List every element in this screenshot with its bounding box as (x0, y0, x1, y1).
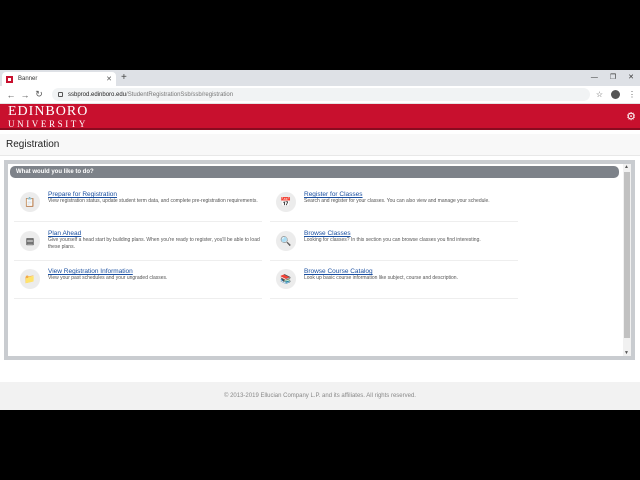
window-controls: — ❐ ✕ (591, 72, 634, 84)
page-header: Registration (0, 134, 640, 156)
panel-title: What would you like to do? (10, 166, 619, 178)
page-footer: © 2013-2019 Ellucian Company L.P. and it… (0, 382, 640, 410)
browser-tab[interactable]: Banner ✕ (2, 72, 116, 86)
book-icon: 📚 (276, 269, 296, 289)
option-register[interactable]: 📅 Register for Classes Search and registe… (270, 190, 518, 222)
option-prepare[interactable]: 📋 Prepare for Registration View registrat… (14, 190, 262, 222)
account-icon[interactable] (611, 90, 620, 99)
folder-icon: 📁 (20, 269, 40, 289)
close-window-icon[interactable]: ✕ (628, 72, 634, 84)
page-title: Registration (6, 139, 60, 150)
course-catalog-link[interactable]: Browse Course Catalog (304, 268, 518, 275)
lock-icon (58, 92, 63, 97)
scroll-down-icon[interactable]: ▼ (624, 350, 629, 356)
calendar-icon: 📅 (276, 192, 296, 212)
prepare-link[interactable]: Prepare for Registration (48, 191, 262, 198)
edinboro-logo[interactable]: EDINBORO UNIVERSITY (8, 104, 89, 130)
course-catalog-desc: Look up basic course information like su… (304, 275, 458, 281)
register-desc: Search and register for your classes. Yo… (304, 198, 490, 204)
scroll-thumb[interactable] (624, 172, 630, 338)
tab-strip: Banner ✕ + — ❐ ✕ (0, 70, 640, 86)
prepare-desc: View registration status, update student… (48, 198, 258, 204)
new-tab-button[interactable]: + (121, 72, 127, 84)
browser-toolbar: ← → ↻ ssbprod.edinboro.edu /StudentRegis… (0, 86, 640, 104)
view-registration-link[interactable]: View Registration Information (48, 268, 262, 275)
maximize-icon[interactable]: ❐ (610, 72, 616, 84)
view-registration-desc: View your past schedules and your ungrad… (48, 275, 168, 281)
magnifier-icon: 🔍 (276, 231, 296, 251)
clipboard-icon: 📋 (20, 192, 40, 212)
url-path: /StudentRegistrationSsb/ssb/registration (126, 91, 234, 98)
option-plan-ahead[interactable]: ▤ Plan Ahead Give yourself a head start b… (14, 229, 262, 261)
forward-icon[interactable]: → (18, 90, 32, 100)
plan-ahead-link[interactable]: Plan Ahead (48, 230, 262, 237)
minimize-icon[interactable]: — (591, 72, 598, 84)
url-host: ssbprod.edinboro.edu (68, 91, 127, 98)
gear-icon[interactable]: ⚙ (626, 110, 636, 123)
plan-icon: ▤ (20, 231, 40, 251)
browse-classes-link[interactable]: Browse Classes (304, 230, 518, 237)
register-link[interactable]: Register for Classes (304, 191, 518, 198)
tab-title: Banner (18, 76, 38, 82)
option-view-registration[interactable]: 📁 View Registration Information View your… (14, 267, 262, 299)
reload-icon[interactable]: ↻ (32, 89, 46, 100)
browser-menu-icon[interactable]: ⋮ (628, 90, 636, 99)
browser-window: Banner ✕ + — ❐ ✕ ← → ↻ ssbprod.edinboro.… (0, 70, 640, 410)
back-icon[interactable]: ← (4, 90, 18, 100)
close-tab-icon[interactable]: ✕ (106, 75, 112, 83)
option-browse-classes[interactable]: 🔍 Browse Classes Looking for classes? In … (270, 229, 518, 261)
panel-scrollbar[interactable]: ▲ ▼ (623, 164, 631, 356)
address-bar[interactable]: ssbprod.edinboro.edu /StudentRegistratio… (52, 88, 590, 101)
plan-ahead-desc: Give yourself a head start by building p… (48, 237, 260, 250)
banner-favicon-icon (6, 75, 13, 83)
logo-line1: EDINBORO (8, 104, 89, 119)
logo-line2: UNIVERSITY (8, 119, 88, 129)
scroll-up-icon[interactable]: ▲ (624, 164, 629, 170)
copyright-text: © 2013-2019 Ellucian Company L.P. and it… (224, 393, 416, 399)
option-course-catalog[interactable]: 📚 Browse Course Catalog Look up basic cou… (270, 267, 518, 299)
registration-panel: What would you like to do? 📋 Prepare for… (4, 160, 635, 360)
bookmark-star-icon[interactable]: ☆ (596, 90, 603, 99)
site-header: EDINBORO UNIVERSITY ⚙ (0, 104, 640, 130)
browse-classes-desc: Looking for classes? In this section you… (304, 237, 481, 243)
